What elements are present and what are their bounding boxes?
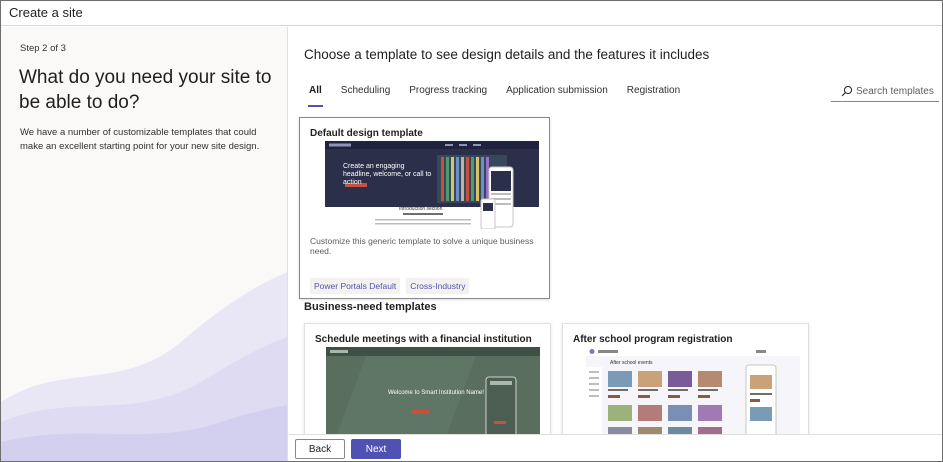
card-title: Default design template (310, 128, 423, 139)
preview-section-title: Introduction section (399, 206, 443, 212)
search-input[interactable]: Search templates (831, 82, 939, 102)
back-button[interactable]: Back (295, 439, 345, 459)
next-button[interactable]: Next (351, 439, 401, 459)
template-preview-image: Welcome to Smart Institution Name! (326, 347, 540, 434)
step-indicator: Step 2 of 3 (20, 43, 66, 54)
preview-section-title: After school events (610, 360, 653, 366)
tab-progress-tracking[interactable]: Progress tracking (409, 85, 487, 107)
template-preview-image: Create an engaging headline, welcome, or… (325, 141, 539, 229)
main-heading: Choose a template to see design details … (304, 47, 710, 62)
decorative-waves (1, 272, 287, 461)
window-title: Create a site (9, 5, 83, 20)
default-template-card[interactable]: Default design template Create an engagi… (299, 117, 550, 299)
tag-cross-industry: Cross-Industry (406, 278, 470, 294)
tag-list: Power Portals Default Cross-Industry (310, 278, 475, 294)
card-title: After school program registration (573, 334, 733, 345)
template-card-after-school-registration[interactable]: After school program registration After … (562, 323, 809, 434)
title-bar: Create a site (1, 1, 942, 26)
main-pane: Choose a template to see design details … (289, 27, 942, 434)
tag-power-portals-default: Power Portals Default (310, 278, 401, 294)
left-pane: Step 2 of 3 What do you need your site t… (1, 27, 288, 461)
template-filter-tabs: All Scheduling Progress tracking Applica… (308, 85, 699, 107)
business-templates-label: Business-need templates (304, 301, 437, 313)
tab-all[interactable]: All (308, 85, 323, 107)
preview-headline: Create an engaging headline, welcome, or… (343, 163, 432, 186)
page-question: What do you need your site to be able to… (19, 67, 272, 113)
preview-welcome-text: Welcome to Smart Institution Name! (388, 390, 484, 396)
template-preview-image: After school events (586, 347, 800, 434)
card-title: Schedule meetings with a financial insti… (315, 334, 532, 345)
tab-registration[interactable]: Registration (627, 85, 680, 107)
search-placeholder: Search templates (856, 86, 934, 97)
template-card-financial-meetings[interactable]: Schedule meetings with a financial insti… (304, 323, 551, 434)
search-icon (841, 85, 853, 97)
tab-application-submission[interactable]: Application submission (506, 85, 608, 107)
tab-scheduling[interactable]: Scheduling (341, 85, 390, 107)
card-description: Customize this generic template to solve… (310, 236, 534, 256)
page-description: We have a number of customizable templat… (20, 127, 260, 152)
wizard-footer: Back Next (289, 434, 942, 461)
